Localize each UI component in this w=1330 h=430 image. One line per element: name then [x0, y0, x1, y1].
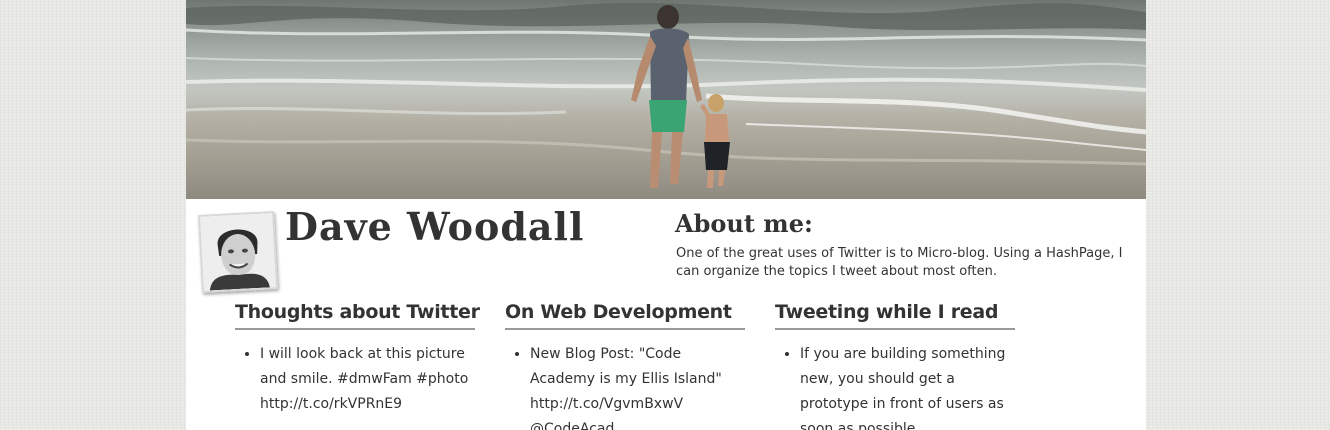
- about-text: One of the great uses of Twitter is to M…: [676, 246, 1123, 279]
- column-heading: On Web Development: [505, 301, 745, 330]
- about-heading: About me:: [675, 209, 813, 238]
- column-heading: Thoughts about Twitter: [235, 301, 480, 330]
- tweet-item: If you are building something new, you s…: [800, 342, 1015, 430]
- hero-image: [186, 0, 1146, 199]
- avatar: [198, 211, 278, 293]
- column-thoughts-about-twitter: Thoughts about Twitter I will look back …: [235, 301, 480, 417]
- page-container: Dave Woodall About me: One of the great …: [186, 0, 1146, 430]
- tweet-item: New Blog Post: "Code Academy is my Ellis…: [530, 342, 745, 430]
- tweet-list: I will look back at this picture and smi…: [235, 342, 475, 417]
- page-title: Dave Woodall: [285, 204, 585, 249]
- column-tweeting-while-i-read: Tweeting while I read If you are buildin…: [775, 301, 1015, 430]
- tweet-item: I will look back at this picture and smi…: [260, 342, 475, 417]
- tweet-list: New Blog Post: "Code Academy is my Ellis…: [505, 342, 745, 430]
- column-heading: Tweeting while I read: [775, 301, 1015, 330]
- beach-photo: [186, 0, 1146, 199]
- tweet-list: If you are building something new, you s…: [775, 342, 1015, 430]
- column-on-web-development: On Web Development New Blog Post: "Code …: [505, 301, 745, 430]
- profile-photo: [200, 213, 276, 291]
